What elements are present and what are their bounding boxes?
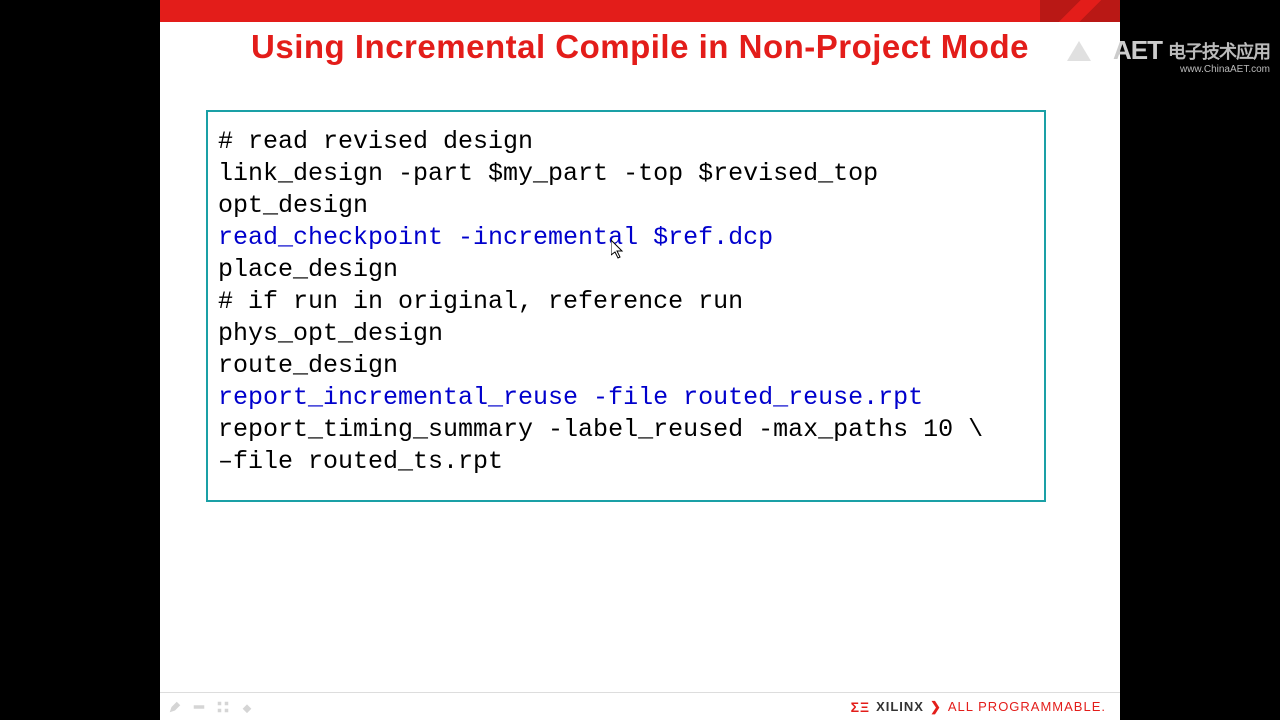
code-line: route_design	[218, 350, 1034, 382]
code-line: link_design -part $my_part -top $revised…	[218, 158, 1034, 190]
footer-brand: ΣΞ XILINX ❯ ALL PROGRAMMABLE.	[851, 699, 1106, 715]
chevron-right-icon: ❯	[930, 699, 942, 715]
code-line: # if run in original, reference run	[218, 286, 1034, 318]
code-line: # read revised design	[218, 126, 1034, 158]
slide-title: Using Incremental Compile in Non-Project…	[180, 28, 1100, 66]
code-line: –file routed_ts.rpt	[218, 446, 1034, 478]
watermark-logo-text: AET	[1113, 35, 1162, 66]
code-line: phys_opt_design	[218, 318, 1034, 350]
top-bar	[160, 0, 1120, 22]
code-block: # read revised design link_design -part …	[206, 110, 1046, 502]
code-line: place_design	[218, 254, 1034, 286]
footer-tagline: ALL PROGRAMMABLE.	[948, 699, 1106, 714]
code-line: report_timing_summary -label_reused -max…	[218, 414, 1034, 446]
code-line-highlight: read_checkpoint -incremental $ref.dcp	[218, 222, 1034, 254]
watermark-logo: AET 电子技术应用	[1040, 35, 1270, 66]
slide: Using Incremental Compile in Non-Project…	[160, 0, 1120, 720]
watermark-zh: 电子技术应用	[1168, 38, 1270, 64]
footer: ΣΞ XILINX ❯ ALL PROGRAMMABLE.	[160, 692, 1120, 720]
aet-triangle-icon	[1067, 38, 1107, 64]
code-line: opt_design	[218, 190, 1034, 222]
footer-brand-name: XILINX	[876, 699, 924, 714]
watermark: AET 电子技术应用 www.ChinaAET.com	[1040, 35, 1270, 75]
top-bar-decoration	[1040, 0, 1120, 22]
code-line-highlight: report_incremental_reuse -file routed_re…	[218, 382, 1034, 414]
xilinx-mark-icon: ΣΞ	[851, 699, 870, 715]
